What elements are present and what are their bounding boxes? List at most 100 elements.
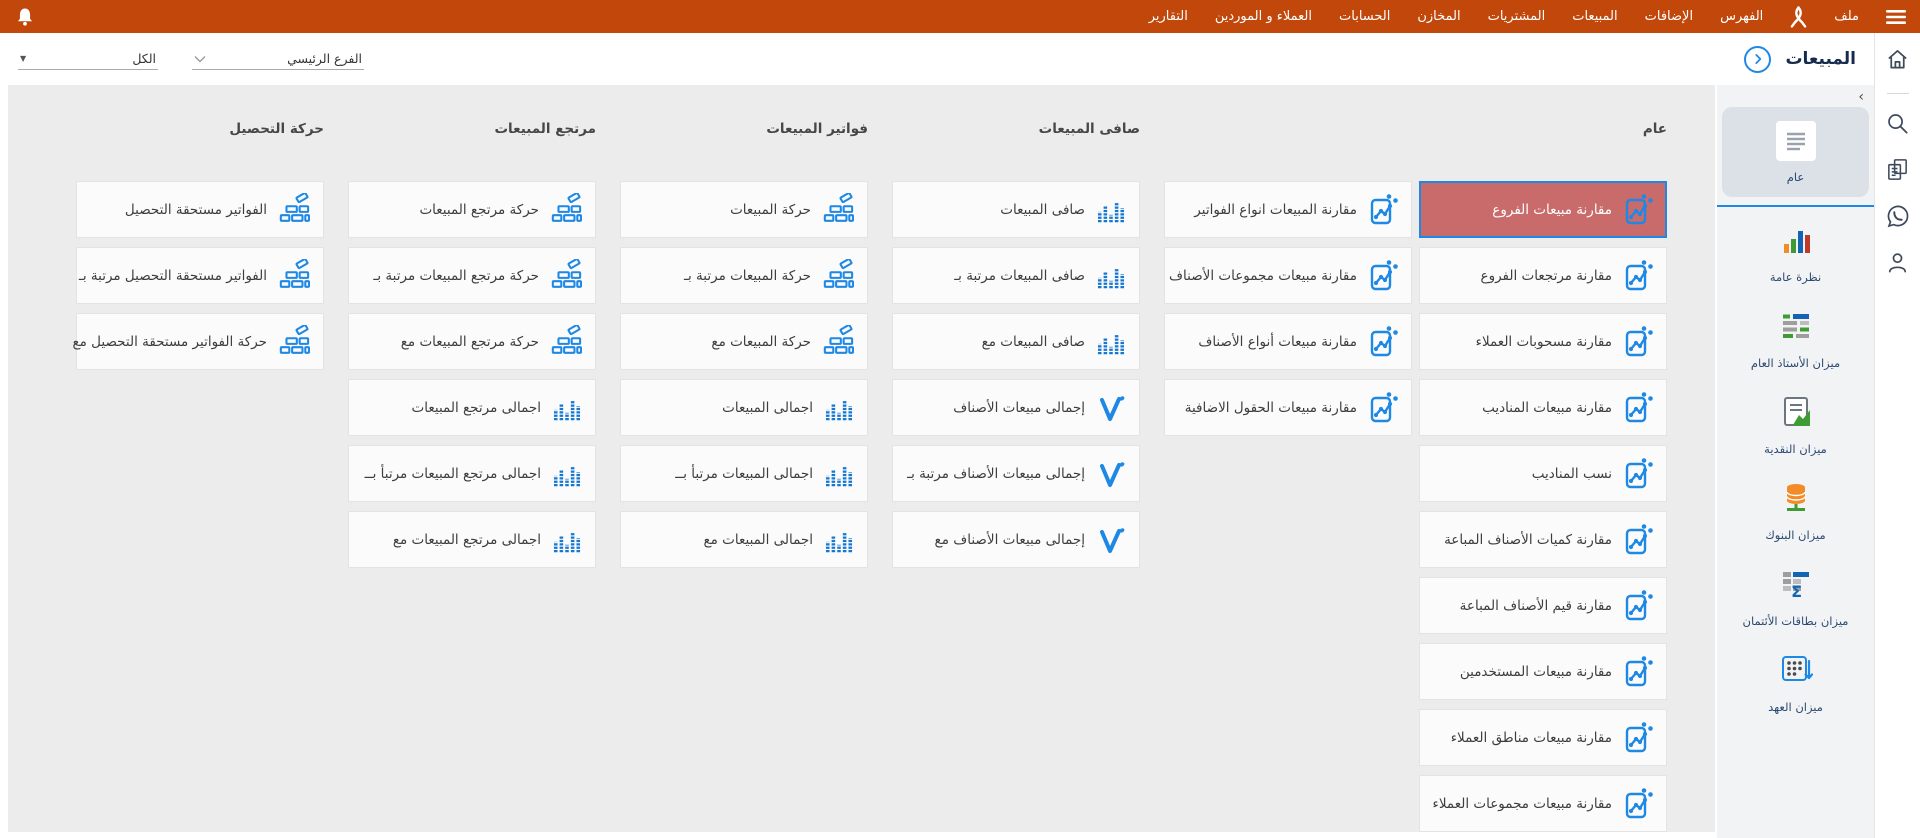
report-tile-label: اجمالى مرتجع المبيعات مرتبأ بــ [365, 466, 541, 482]
tile-column: صافى المبيعات صافى المبيعات مرتبة بـ صافى … [892, 181, 1140, 577]
report-tile[interactable]: مقارنة مبيعات الحقول الاضافية [1164, 379, 1412, 436]
report-tile[interactable]: صافى المبيعات [892, 181, 1140, 238]
panel-item-label: ميزان البنوك [1765, 528, 1825, 543]
report-tile-label: إجمالى مبيعات الأصناف مرتبة بـ [907, 466, 1085, 482]
report-tile-label: اجمالى المبيعات [722, 400, 813, 416]
search-icon[interactable] [1885, 111, 1910, 140]
menu-item-sales[interactable]: المبيعات [1572, 9, 1617, 24]
report-tile[interactable]: إجمالى مبيعات الأصناف مع [892, 511, 1140, 568]
equalizer-icon [1096, 325, 1126, 359]
menu-item-file[interactable]: ملف [1834, 9, 1859, 24]
report-group: صافى المبيعاتصافى المبيعات صافى المبيعات … [892, 121, 1140, 577]
menu-item-customers-suppliers[interactable]: العملاء و الموردين [1215, 9, 1312, 24]
panel-item-banks-balance[interactable]: ميزان البنوك [1717, 469, 1874, 555]
chart-line-doc-icon [1623, 787, 1653, 821]
chevron-collapse-icon[interactable]: › [1848, 87, 1874, 107]
report-tile[interactable]: صافى المبيعات مرتبة بـ [892, 247, 1140, 304]
chart-line-doc-icon [1623, 721, 1653, 755]
report-group: حركة التحصيلالفواتير مستحقة التحصيلالفوا… [76, 121, 324, 379]
chevron-down-icon [194, 51, 206, 66]
bell-icon[interactable] [14, 5, 36, 29]
tile-column: مقارنة مبيعات الفروع مقارنة مرتجعات الفرو… [1419, 181, 1667, 832]
menu-item-purchases[interactable]: المشتريات [1488, 9, 1546, 24]
menu-item-index[interactable]: الفهرس [1720, 9, 1763, 24]
category-panel: › عام نظرة عامة ميزان الأستاذ العام ميزا… [1717, 85, 1874, 838]
chart-line-doc-icon [1368, 259, 1398, 293]
panel-item-overview[interactable]: نظرة عامة [1717, 211, 1874, 297]
report-tile[interactable]: مقارنة مسحوبات العملاء [1419, 313, 1667, 370]
report-tile[interactable]: مقارنة مبيعات الفروع [1419, 181, 1667, 238]
report-tile[interactable]: إجمالى مبيعات الأصناف [892, 379, 1140, 436]
panel-item-general[interactable]: عام [1722, 107, 1869, 197]
report-tile[interactable]: اجمالى المبيعات [620, 379, 868, 436]
report-tile[interactable]: مقارنة المبيعات انواع الفواتير [1164, 181, 1412, 238]
equalizer-icon [1096, 193, 1126, 227]
group-header: مرتجع المبيعات [348, 121, 596, 141]
report-tile[interactable]: مقارنة مبيعات مناطق العملاء [1419, 709, 1667, 766]
report-tile[interactable]: حركة المبيعات مرتبة بـ [620, 247, 868, 304]
menu-item-addons[interactable]: الإضافات [1645, 9, 1693, 24]
report-tile[interactable]: مقارنة مبيعات أنواع الأصناف [1164, 313, 1412, 370]
report-tile[interactable]: اجمالى مرتجع المبيعات مرتبأ بــ [348, 445, 596, 502]
report-tile[interactable]: مقارنة مرتجعات الفروع [1419, 247, 1667, 304]
check-v-icon [1096, 391, 1126, 425]
hamburger-icon[interactable] [1886, 9, 1906, 25]
bank-db-icon [1779, 481, 1813, 519]
report-tile[interactable]: حركة مرتجع المبيعات [348, 181, 596, 238]
report-tile-label: حركة مرتجع المبيعات [419, 202, 539, 218]
circle-chevron-icon[interactable] [1744, 46, 1771, 73]
bricks-icon [822, 193, 854, 227]
report-tile[interactable]: مقارنة مبيعات مجموعات الأصناف [1164, 247, 1412, 304]
menu-item-warehouses[interactable]: المخازن [1417, 9, 1460, 24]
report-tile-label: مقارنة قيم الأصناف المباعة [1460, 598, 1612, 614]
report-tile-label: حركة المبيعات [730, 202, 811, 218]
bricks-icon [278, 193, 310, 227]
chart-line-doc-icon [1623, 193, 1653, 227]
home-icon[interactable] [1885, 47, 1910, 76]
branch-select[interactable]: الفرع الرئيسي [192, 49, 364, 70]
report-tile[interactable]: اجمالى المبيعات مرتبأ بــ [620, 445, 868, 502]
person-icon[interactable] [1885, 250, 1910, 279]
report-tile[interactable]: حركة مرتجع المبيعات مع [348, 313, 596, 370]
chart-line-doc-icon [1623, 391, 1653, 425]
group-header: فواتير المبيعات [620, 121, 868, 141]
chart-line-doc-icon [1623, 655, 1653, 689]
report-tile[interactable]: مقارنة مبيعات المناديب [1419, 379, 1667, 436]
report-tile-label: مقارنة مبيعات مجموعات العملاء [1433, 796, 1612, 812]
panel-item-general-ledger-balance[interactable]: ميزان الأستاذ العام [1717, 297, 1874, 383]
report-tile[interactable]: اجمالى مرتجع المبيعات [348, 379, 596, 436]
report-tile[interactable]: مقارنة مبيعات مجموعات العملاء [1419, 775, 1667, 832]
whatsapp-icon[interactable] [1885, 203, 1911, 233]
report-tile[interactable]: إجمالى مبيعات الأصناف مرتبة بـ [892, 445, 1140, 502]
panel-item-custody-balance[interactable]: ميزان العهد [1717, 641, 1874, 727]
bricks-icon [822, 259, 854, 293]
report-tile[interactable]: حركة الفواتير مستحقة التحصيل مع [76, 313, 324, 370]
panel-item-cash-balance[interactable]: ميزان النقدية [1717, 383, 1874, 469]
menu-item-accounts[interactable]: الحسابات [1339, 9, 1390, 24]
report-tile[interactable]: حركة المبيعات [620, 181, 868, 238]
equalizer-icon [552, 391, 582, 425]
report-tile[interactable]: اجمالى المبيعات مع [620, 511, 868, 568]
report-tile[interactable]: مقارنة كميات الأصناف المباعة [1419, 511, 1667, 568]
report-tile[interactable]: حركة مرتجع المبيعات مرتبة بـ [348, 247, 596, 304]
scope-select[interactable]: الكل ▼ [18, 49, 158, 70]
report-group: مرتجع المبيعاتحركة مرتجع المبيعاتحركة مر… [348, 121, 596, 577]
report-tile[interactable]: الفواتير مستحقة التحصيل [76, 181, 324, 238]
chart-line-doc-icon [1623, 325, 1653, 359]
report-tile[interactable]: صافى المبيعات مع [892, 313, 1140, 370]
panel-item-credit-cards-balance[interactable]: Σ ميزان بطاقات الأئتمان [1717, 555, 1874, 641]
report-tile-label: صافى المبيعات مع [982, 334, 1085, 350]
copy-docs-icon[interactable] [1885, 157, 1910, 186]
report-tile[interactable]: نسب المناديب [1419, 445, 1667, 502]
caret-down-icon: ▼ [20, 54, 26, 63]
report-tile[interactable]: الفواتير مستحقة التحصيل مرتبة بـ [76, 247, 324, 304]
report-tile[interactable]: حركة المبيعات مع [620, 313, 868, 370]
report-tile-label: مقارنة مبيعات الفروع [1492, 202, 1612, 218]
ribbon-icon[interactable] [1790, 5, 1807, 29]
menu-item-reports[interactable]: التقارير [1149, 9, 1188, 24]
report-tile[interactable]: اجمالى مرتجع المبيعات مع [348, 511, 596, 568]
report-tile-label: مقارنة كميات الأصناف المباعة [1444, 532, 1612, 548]
report-tile[interactable]: مقارنة قيم الأصناف المباعة [1419, 577, 1667, 634]
tile-column: حركة مرتجع المبيعات حركة مرتجع المبيعات م… [348, 181, 596, 577]
report-tile[interactable]: مقارنة مبيعات المستخدمين [1419, 643, 1667, 700]
